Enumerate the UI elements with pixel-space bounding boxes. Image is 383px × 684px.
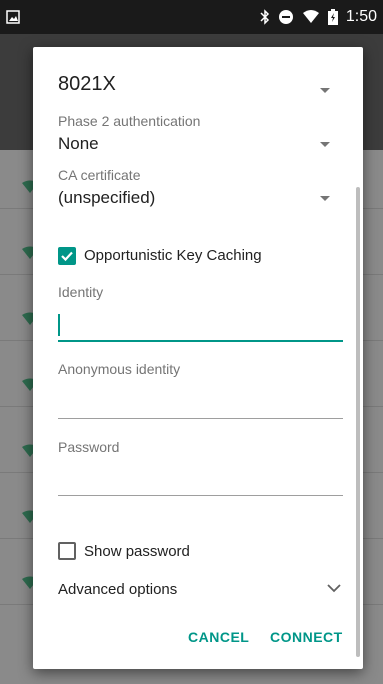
connect-button[interactable]: CONNECT (270, 629, 343, 645)
identity-label: Identity (58, 284, 104, 300)
password-label: Password (58, 439, 120, 455)
bluetooth-icon (260, 9, 269, 25)
do-not-disturb-icon (278, 10, 293, 24)
battery-icon (327, 9, 338, 25)
status-time: 1:50 (345, 8, 377, 25)
ca-certificate-dropdown-icon[interactable] (320, 196, 330, 201)
opportunistic-key-caching-checkbox[interactable] (58, 247, 76, 265)
image-icon (6, 10, 20, 24)
identity-input[interactable] (58, 340, 343, 342)
text-cursor (58, 314, 60, 336)
status-bar: 1:50 (0, 0, 383, 34)
eap-method-dropdown-icon[interactable] (320, 88, 330, 93)
show-password-label[interactable]: Show password (84, 543, 190, 560)
advanced-options-label[interactable]: Advanced options (58, 581, 177, 598)
ca-certificate-select[interactable]: (unspecified) (58, 188, 155, 208)
wifi-icon (302, 10, 319, 23)
opportunistic-key-caching-label[interactable]: Opportunistic Key Caching (84, 247, 262, 264)
cancel-button[interactable]: CANCEL (188, 629, 249, 645)
anonymous-identity-input[interactable] (58, 418, 343, 419)
password-input[interactable] (58, 495, 343, 496)
anonymous-identity-label: Anonymous identity (58, 361, 181, 377)
eap-method-select[interactable]: 8021X (58, 73, 116, 96)
ca-certificate-label: CA certificate (58, 167, 141, 183)
phase2-select[interactable]: None (58, 134, 99, 154)
phase2-label: Phase 2 authentication (58, 113, 201, 129)
show-password-checkbox[interactable] (58, 542, 76, 560)
scrollbar[interactable] (356, 187, 360, 657)
check-icon (61, 251, 73, 262)
phase2-dropdown-icon[interactable] (320, 142, 330, 147)
wifi-connect-dialog: 8021X Phase 2 authentication None CA cer… (33, 47, 363, 669)
chevron-down-icon[interactable] (327, 583, 341, 593)
